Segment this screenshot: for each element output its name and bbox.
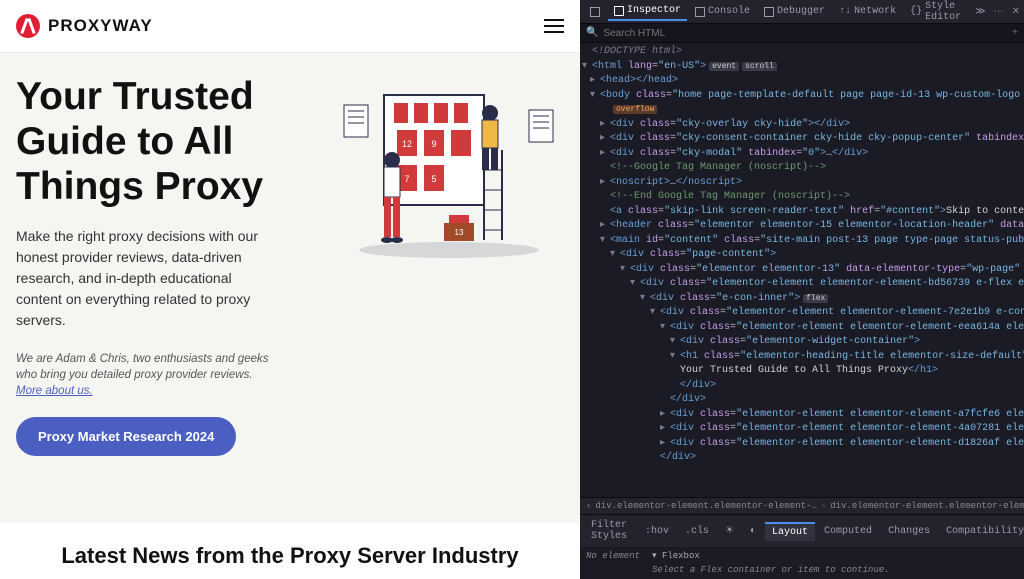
tree-node[interactable]: ▸<div class="cky-consent-container cky-h… (580, 132, 1024, 147)
light-icon[interactable]: ☀ (718, 522, 741, 540)
hero-illustration: 12 9 7 5 (334, 75, 564, 295)
logo-icon (16, 14, 40, 38)
website-pane: PROXYWAY Your Trusted Guide to All Thing… (0, 0, 580, 579)
tree-node[interactable]: ▾<body class="home page-template-default… (580, 89, 1024, 104)
btab-changes[interactable]: Changes (881, 523, 937, 540)
tree-node[interactable]: ▸<div class="cky-modal" tabindex="0">…</… (580, 147, 1024, 162)
dom-tree[interactable]: <!DOCTYPE html>▾<html lang="en-US">event… (580, 43, 1024, 497)
devtools-toolbar: Inspector Console Debugger ↑↓ Network {}… (580, 0, 1024, 24)
tree-node[interactable]: <!DOCTYPE html> (580, 45, 1024, 60)
tree-node[interactable]: ▾<div class="elementor elementor-13" dat… (580, 263, 1024, 278)
news-section-title: Latest News from the Proxy Server Indust… (0, 523, 580, 579)
tree-node[interactable]: ▸<noscript>…</noscript> (580, 176, 1024, 191)
tree-node[interactable]: <!--Google Tag Manager (noscript)--> (580, 161, 1024, 176)
element-picker-icon[interactable] (584, 4, 606, 20)
market-research-button[interactable]: Proxy Market Research 2024 (16, 417, 236, 456)
breadcrumb[interactable]: ‹ div.elementor-element.elementor-elemen… (580, 497, 1024, 514)
hero-subtext: We are Adam & Chris, two enthusiasts and… (16, 351, 276, 399)
search-icon: 🔍 (586, 27, 598, 39)
logo[interactable]: PROXYWAY (16, 14, 153, 38)
search-input[interactable] (603, 28, 1007, 39)
search-bar: 🔍 + (580, 24, 1024, 43)
tree-node[interactable]: ▸<div class="cky-overlay cky-hide"></div… (580, 118, 1024, 133)
tree-node[interactable]: </div> (580, 379, 1024, 394)
tree-node[interactable]: ▾<div class="elementor-widget-container"… (580, 335, 1024, 350)
about-us-link[interactable]: More about us. (16, 385, 93, 397)
add-icon[interactable]: + (1012, 28, 1018, 39)
tree-node[interactable]: ▸<div class="elementor-element elementor… (580, 422, 1024, 437)
svg-text:7: 7 (404, 174, 409, 184)
svg-text:5: 5 (431, 174, 436, 184)
filter-styles-label[interactable]: Filter Styles (584, 517, 634, 545)
hero-description: Make the right proxy decisions with our … (16, 226, 276, 331)
tree-node[interactable]: ▾<div class="elementor-element elementor… (580, 277, 1024, 292)
tab-style-editor[interactable]: {} Style Editor (904, 0, 967, 26)
tree-node[interactable]: </div> (580, 393, 1024, 408)
hero-title: Your Trusted Guide to All Things Proxy (16, 75, 314, 210)
flexbox-heading: ▾ Flexbox (652, 551, 1018, 561)
tree-node[interactable]: ▾<div class="elementor-element elementor… (580, 321, 1024, 336)
tab-inspector[interactable]: Inspector (608, 2, 687, 21)
cls-toggle[interactable]: .cls (678, 523, 716, 540)
svg-text:12: 12 (402, 139, 412, 149)
devtools-bottom-panel: Filter Styles :hov .cls ☀ ◐ Layout Compu… (580, 514, 1024, 579)
svg-text:9: 9 (431, 139, 436, 149)
hero-subtext-pre: We are Adam & Chris, two enthusiasts and… (16, 353, 268, 381)
logo-text: PROXYWAY (48, 16, 153, 36)
svg-text:13: 13 (455, 228, 464, 237)
site-header: PROXYWAY (0, 0, 580, 53)
tree-node[interactable]: overflow (580, 103, 1024, 118)
tree-node[interactable]: ▾<main id="content" class="site-main pos… (580, 234, 1024, 249)
more-menu-icon[interactable]: ⋯ (994, 6, 1004, 18)
tree-node[interactable]: ▾<div class="page-content"> (580, 248, 1024, 263)
tabs-overflow-icon[interactable]: ≫ (969, 3, 991, 21)
tree-node[interactable]: ▾<h1 class="elementor-heading-title elem… (580, 350, 1024, 365)
tree-node[interactable]: ▸<div class="elementor-element elementor… (580, 408, 1024, 423)
no-element-label: No element (580, 547, 646, 579)
tree-node[interactable]: ▸<head></head> (580, 74, 1024, 89)
flexbox-message: Select a Flex container or item to conti… (652, 565, 1018, 575)
breadcrumb-item[interactable]: div.elementor-element.elementor-element-… (830, 501, 1024, 511)
hov-toggle[interactable]: :hov (638, 523, 676, 540)
hamburger-menu-icon[interactable] (544, 19, 564, 33)
tab-debugger[interactable]: Debugger (758, 3, 831, 20)
breadcrumb-item[interactable]: div.elementor-element.elementor-element-… (595, 501, 816, 511)
btab-layout[interactable]: Layout (765, 522, 815, 541)
tree-node[interactable]: ▾<html lang="en-US">eventscroll (580, 60, 1024, 75)
tree-node[interactable]: ▾<div class="elementor-element elementor… (580, 306, 1024, 321)
tree-node[interactable]: ▸<div class="elementor-element elementor… (580, 437, 1024, 452)
tab-console[interactable]: Console (689, 3, 756, 20)
btab-computed[interactable]: Computed (817, 523, 879, 540)
tree-node[interactable]: </div> (580, 451, 1024, 466)
btab-compat[interactable]: Compatibility (939, 523, 1024, 540)
hero-section: Your Trusted Guide to All Things Proxy M… (0, 53, 580, 523)
tree-node[interactable]: ▸<header class="elementor elementor-15 e… (580, 219, 1024, 234)
tree-node[interactable]: Your Trusted Guide to All Things Proxy</… (580, 364, 1024, 379)
tree-node[interactable]: ▾<div class="e-con-inner">flex (580, 292, 1024, 307)
contrast-icon[interactable]: ◐ (743, 523, 763, 540)
tree-node[interactable]: <!--End Google Tag Manager (noscript)--> (580, 190, 1024, 205)
devtools-pane: Inspector Console Debugger ↑↓ Network {}… (580, 0, 1024, 579)
crumb-prev-icon[interactable]: ‹ (586, 501, 591, 511)
tab-network[interactable]: ↑↓ Network (833, 3, 902, 20)
close-devtools-icon[interactable]: ✕ (1012, 6, 1020, 18)
tree-node[interactable]: <a class="skip-link screen-reader-text" … (580, 205, 1024, 220)
